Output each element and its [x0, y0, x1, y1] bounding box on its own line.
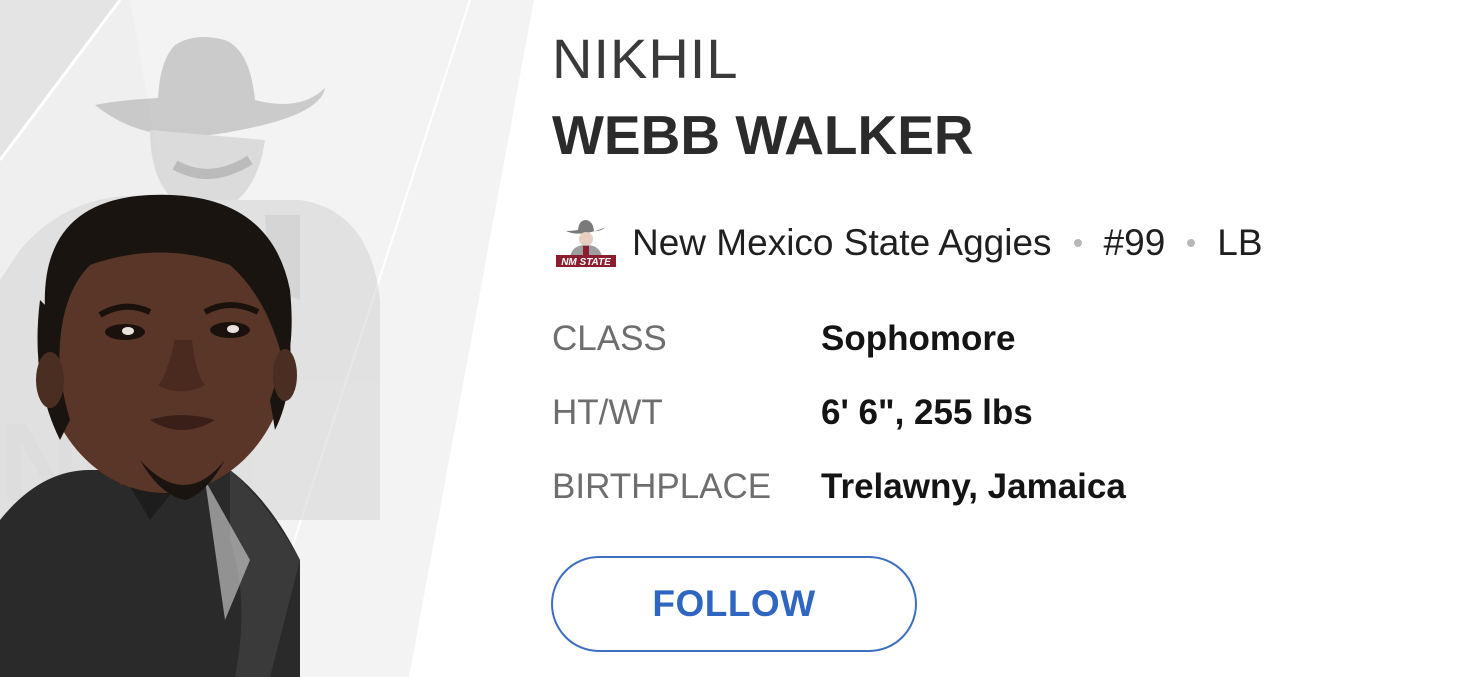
fact-label: HT/WT: [552, 393, 663, 432]
svg-text:NM STATE: NM STATE: [561, 257, 611, 268]
separator-dot: [1187, 239, 1196, 247]
fact-value: Sophomore: [821, 319, 1016, 358]
team-info-row: NM STATE New Mexico State Aggies #99 LB: [552, 216, 1263, 270]
player-last-name: WEBB WALKER: [552, 104, 974, 166]
follow-button[interactable]: FOLLOW: [551, 556, 917, 652]
player-position: LB: [1217, 222, 1263, 263]
fact-label: CLASS: [552, 319, 667, 358]
jersey-number: #99: [1103, 222, 1166, 263]
fact-label: BIRTHPLACE: [552, 467, 772, 506]
player-photo-panel: NM: [0, 0, 540, 677]
nm-state-aggies-logo-icon: NM STATE: [552, 217, 620, 269]
photo-background: NM: [0, 0, 536, 677]
separator-dot: [1073, 239, 1082, 247]
player-first-name: NIKHIL: [552, 27, 739, 90]
fact-value: 6' 6", 255 lbs: [821, 393, 1033, 432]
team-name-link[interactable]: New Mexico State Aggies: [632, 216, 1052, 270]
player-profile-card: NM NIKHIL WEBB WALKER NM STATE New Mexic…: [0, 0, 1460, 677]
fact-value: Trelawny, Jamaica: [821, 467, 1126, 506]
